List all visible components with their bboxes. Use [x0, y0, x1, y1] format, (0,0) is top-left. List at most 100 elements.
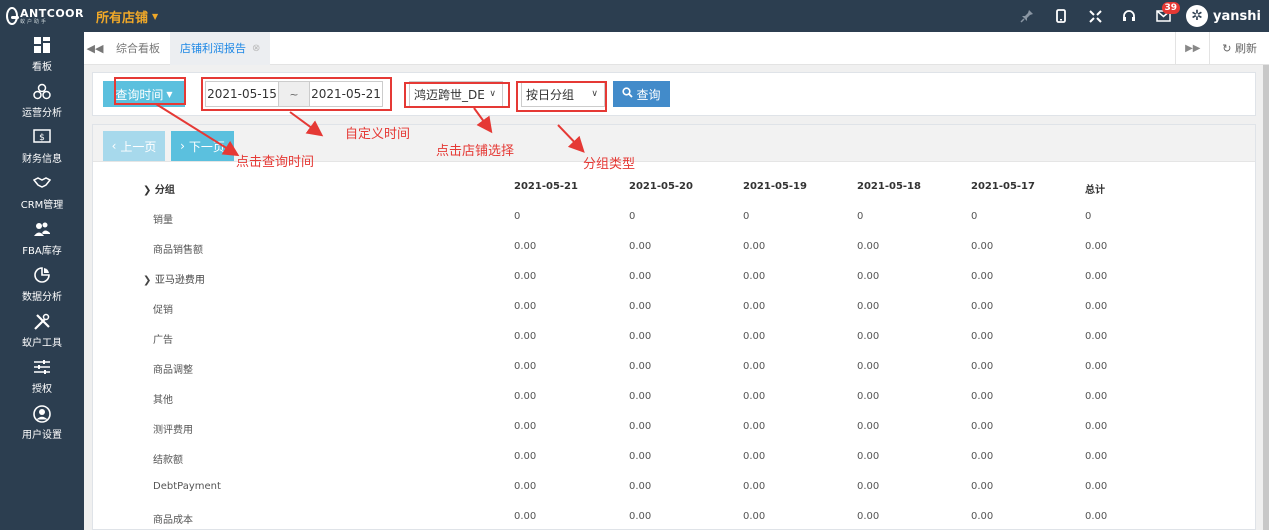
headset-icon[interactable] [1112, 0, 1146, 32]
table-cell: 0.00 [514, 331, 537, 342]
annotation-box-custom-time [201, 77, 392, 111]
row-label: 促销 [153, 301, 173, 316]
row-label: 结款额 [153, 451, 183, 466]
table-cell: 0.00 [857, 331, 880, 342]
table-row: DebtPayment 0.00 0.00 0.00 0.00 0.00 0.00 [93, 472, 1257, 502]
sidebar-item-label: 数据分析 [22, 292, 62, 303]
row-label-text: 促销 [153, 305, 173, 316]
table-cell: 0.00 [971, 301, 994, 312]
sidebar-item-analytics[interactable]: 数据分析 [0, 262, 84, 308]
table-cell: 0.00 [743, 391, 766, 402]
tab-overview[interactable]: 综合看板 [106, 32, 170, 65]
scrollbar[interactable] [1263, 65, 1269, 530]
mail-icon[interactable]: 39 [1146, 0, 1181, 32]
row-label: 测评费用 [153, 421, 193, 436]
search-button[interactable]: 查询 [613, 81, 670, 107]
row-expand-toggle[interactable]: ❯ 亚马逊费用 [143, 271, 205, 286]
table-cell: 0.00 [514, 481, 537, 492]
sidebar-item-auth[interactable]: 授权 [0, 354, 84, 400]
row-label: 商品成本 [153, 511, 193, 526]
close-icon[interactable]: ⊗ [252, 43, 260, 54]
prev-page-button[interactable]: ‹ 上一页 [103, 131, 165, 161]
table-cell: 0.00 [1085, 331, 1108, 342]
row-label: DebtPayment [153, 481, 221, 492]
table-cell: 0.00 [1085, 511, 1108, 522]
next-page-button[interactable]: › 下一页 [171, 131, 234, 161]
tabs-prev-icon[interactable]: ◀◀ [84, 42, 106, 55]
table-cell: 0.00 [514, 361, 537, 372]
sidebar-item-finance[interactable]: $ 财务信息 [0, 124, 84, 170]
username: yanshi [1213, 8, 1261, 24]
tab-store-profit-report[interactable]: 店铺利润报告 ⊗ [170, 31, 271, 65]
piechart-icon [34, 267, 50, 287]
table-cell: 0.00 [1085, 241, 1108, 252]
annotation-custom-time: 自定义时间 [345, 127, 411, 142]
row-label-text: 其他 [153, 395, 173, 406]
chevron-right-icon: ❯ [143, 275, 155, 286]
table-cell: 0.00 [514, 391, 537, 402]
table-cell: 0.00 [857, 451, 880, 462]
sidebar-item-label: CRM管理 [20, 200, 64, 211]
store-selector-label: 所有店铺 [96, 10, 149, 26]
sidebar-item-tools[interactable]: 蚁户工具 [0, 308, 84, 354]
fullscreen-icon[interactable] [1078, 0, 1112, 32]
sidebar-item-user-settings[interactable]: 用户设置 [0, 400, 84, 446]
table-cell: 0 [1085, 211, 1092, 222]
sidebar-item-label: 蚁户工具 [22, 338, 62, 349]
tabs-next-icon[interactable]: ▶▶ [1175, 32, 1209, 65]
group-header[interactable]: ❯ 分组 [143, 181, 175, 196]
table-cell: 0.00 [743, 451, 766, 462]
table-cell: 0.00 [514, 271, 537, 282]
table-cell: 0 [514, 211, 521, 222]
table-cell: 0.00 [514, 301, 537, 312]
annotation-group-type: 分组类型 [583, 157, 636, 172]
table-row: 销量 0 0 0 0 0 0 [93, 202, 1257, 232]
avatar: ✲ [1186, 5, 1209, 27]
mail-badge: 39 [1161, 2, 1181, 14]
table-cell: 0.00 [1085, 481, 1108, 492]
table-cell: 0.00 [629, 451, 652, 462]
table-row: 商品销售额 0.00 0.00 0.00 0.00 0.00 0.00 [93, 232, 1257, 262]
caret-down-icon: ▼ [152, 11, 159, 21]
sidebar-item-label: 财务信息 [22, 154, 62, 165]
scrollbar-thumb[interactable] [1263, 65, 1269, 530]
logo-mark-icon [6, 7, 20, 25]
table-cell: 0.00 [1085, 391, 1108, 402]
logo[interactable]: ANTCOOR 蚁户助手 [0, 0, 84, 32]
sidebar-item-dashboard[interactable]: 看板 [0, 32, 84, 78]
table-cell: 0.00 [629, 361, 652, 372]
table-cell: 0 [971, 211, 978, 222]
table-cell: 0.00 [629, 271, 652, 282]
table-cell: 0.00 [857, 301, 880, 312]
sidebar-item-operations[interactable]: 运营分析 [0, 78, 84, 124]
table-cell: 0.00 [1085, 421, 1108, 432]
store-selector[interactable]: 所有店铺 ▼ [96, 7, 158, 26]
table-row: 测评费用 0.00 0.00 0.00 0.00 0.00 0.00 [93, 412, 1257, 442]
handshake-icon [32, 175, 52, 195]
table-cell: 0.00 [629, 481, 652, 492]
dashboard-icon [34, 37, 50, 57]
next-page-label: 下一页 [188, 139, 225, 154]
users-icon [33, 221, 51, 241]
table-cell: 0.00 [514, 511, 537, 522]
table-cell: 0.00 [743, 301, 766, 312]
refresh-button[interactable]: ↻ 刷新 [1209, 32, 1269, 65]
table-row: 商品调整 0.00 0.00 0.00 0.00 0.00 0.00 [93, 352, 1257, 382]
pin-icon[interactable] [1010, 0, 1044, 32]
row-label-text: 亚马逊费用 [154, 275, 205, 286]
mobile-icon[interactable] [1044, 0, 1078, 32]
table-row: 其他 0.00 0.00 0.00 0.00 0.00 0.00 [93, 382, 1257, 412]
row-label-text: 商品成本 [153, 515, 193, 526]
sidebar-item-fba[interactable]: FBA库存 [0, 216, 84, 262]
chevron-right-icon: › [180, 139, 185, 153]
sidebar: 看板 运营分析 $ 财务信息 CRM管理 FBA库存 数据分析 蚁户工具 授权 … [0, 32, 84, 530]
table-cell: 0.00 [971, 241, 994, 252]
table-cell: 0.00 [629, 301, 652, 312]
sidebar-item-label: 运营分析 [22, 108, 62, 119]
row-label-text: 商品调整 [153, 365, 193, 376]
table-cell: 0.00 [743, 271, 766, 282]
user-menu[interactable]: ✲ yanshi [1180, 5, 1269, 27]
sidebar-item-crm[interactable]: CRM管理 [0, 170, 84, 216]
sidebar-item-label: FBA库存 [22, 246, 62, 257]
table-cell: 0.00 [514, 241, 537, 252]
